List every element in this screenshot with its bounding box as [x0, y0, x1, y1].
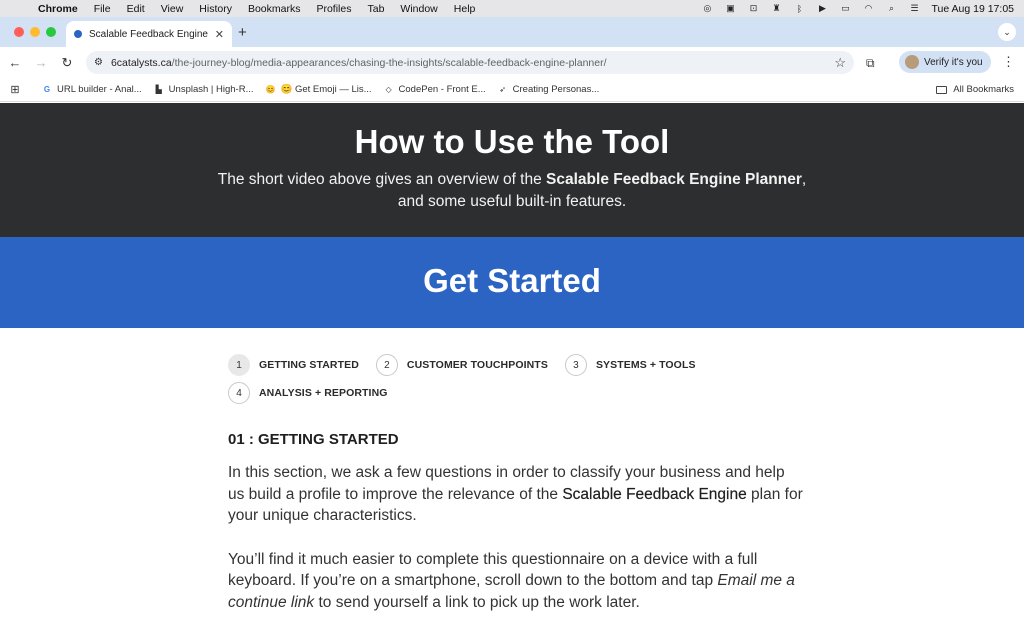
menubar-clock[interactable]: Tue Aug 19 17:05 [931, 3, 1014, 15]
new-tab-button[interactable]: + [238, 24, 247, 41]
bookmark-label: 😊 Get Emoji — Lis... [280, 84, 372, 95]
active-tab[interactable]: Scalable Feedback Engine Pla ✕ [66, 21, 232, 47]
hero-text: The short video above gives an overview … [217, 171, 547, 188]
bookmark-url-builder[interactable]: G URL builder - Anal... [42, 84, 142, 95]
google-icon: G [43, 85, 51, 94]
verify-label: Verify it's you [924, 56, 983, 68]
window-minimize-button[interactable] [30, 27, 40, 37]
macos-menu-bar: Chrome File Edit View History Bookmarks … [0, 0, 1024, 17]
step-number: 4 [228, 382, 250, 404]
intro-paragraph: In this section, we ask a few questions … [228, 462, 803, 527]
codepen-icon: ◇ [385, 85, 392, 94]
menu-tab[interactable]: Tab [359, 3, 392, 15]
step-number: 1 [228, 354, 250, 376]
spotlight-icon[interactable]: ⌕ [885, 3, 897, 14]
menu-view[interactable]: View [153, 3, 192, 15]
step-label: SYSTEMS + TOOLS [595, 359, 696, 371]
step-navigation: 1 GETTING STARTED 2 CUSTOMER TOUCHPOINTS… [228, 354, 803, 404]
reload-icon[interactable]: ↻ [56, 55, 78, 71]
tab-close-icon[interactable]: ✕ [215, 28, 224, 41]
bookmark-star-icon[interactable]: ☆ [834, 55, 846, 71]
folder-icon [936, 85, 948, 94]
paragraph-text: You’ll find it much easier to complete t… [228, 550, 758, 590]
url-domain: 6catalysts.ca [110, 56, 172, 69]
unsplash-icon: ▙ [155, 85, 162, 94]
menu-help[interactable]: Help [446, 3, 484, 15]
get-started-banner: Get Started [0, 237, 1024, 328]
forward-arrow-icon[interactable]: → [30, 55, 52, 70]
camera-icon[interactable]: ⊡ [747, 3, 759, 14]
main-content: 1 GETTING STARTED 2 CUSTOMER TOUCHPOINTS… [228, 328, 803, 613]
all-bookmarks-label: All Bookmarks [953, 84, 1014, 95]
emoji-icon: 😊 [265, 85, 276, 94]
bookmark-label: Creating Personas... [512, 84, 600, 95]
step-analysis-reporting[interactable]: 4 ANALYSIS + REPORTING [228, 382, 388, 404]
bookmark-label: CodePen - Front E... [398, 84, 486, 95]
profile-avatar [905, 55, 919, 69]
apps-grid-icon[interactable]: ⊞ [0, 83, 30, 96]
menu-edit[interactable]: Edit [119, 3, 153, 15]
personas-icon: ➶ [499, 85, 506, 94]
verify-profile-button[interactable]: Verify it's you [899, 51, 991, 73]
tab-favicon-icon [74, 30, 82, 38]
hero-product-name: Scalable Feedback Engine Planner [546, 171, 802, 188]
control-center-icon[interactable]: ☰ [908, 3, 920, 14]
hero-text: and some useful built-in features. [397, 193, 627, 210]
step-systems-tools[interactable]: 3 SYSTEMS + TOOLS [564, 354, 696, 376]
url-path: /the-journey-blog/media-appearances/chas… [171, 56, 607, 69]
menubar-status-area: ◎ ▣ ⊡ ♜ ᛒ ▶ ▭ ◠ ⌕ ☰ Tue Aug 19 17:05 [701, 3, 1024, 15]
bookmark-get-emoji[interactable]: 😊 😊 Get Emoji — Lis... [266, 84, 372, 95]
step-customer-touchpoints[interactable]: 2 CUSTOMER TOUCHPOINTS [375, 354, 548, 376]
menu-profiles[interactable]: Profiles [308, 3, 359, 15]
flashlight-icon[interactable]: ♜ [770, 3, 782, 14]
menu-app-name[interactable]: Chrome [30, 3, 86, 15]
banner-title: Get Started [423, 262, 601, 299]
step-getting-started[interactable]: 1 GETTING STARTED [228, 354, 359, 376]
hero-title: How to Use the Tool [354, 123, 670, 160]
bookmark-label: Unsplash | High-R... [168, 84, 254, 95]
paragraph-text: to send yourself a link to pick up the w… [314, 593, 640, 611]
address-bar[interactable]: ⚙ 6catalysts.ca/the-journey-blog/media-a… [86, 51, 854, 74]
bluetooth-icon[interactable]: ᛒ [793, 3, 805, 14]
wifi-icon[interactable]: ◠ [862, 3, 874, 14]
bookmark-label: URL builder - Anal... [57, 84, 142, 95]
window-close-button[interactable] [14, 27, 24, 37]
menu-window[interactable]: Window [392, 3, 445, 15]
hero-text: , [801, 171, 807, 188]
step-label: ANALYSIS + REPORTING [259, 387, 388, 399]
step-label: GETTING STARTED [259, 359, 359, 371]
hero-description: The short video above gives an overview … [0, 169, 1024, 213]
back-arrow-icon[interactable]: ← [4, 55, 26, 70]
chrome-menu-icon[interactable]: ⋮ [1002, 54, 1015, 70]
battery-icon[interactable]: ▭ [839, 3, 851, 14]
step-number: 2 [375, 354, 398, 376]
menu-bookmarks[interactable]: Bookmarks [240, 3, 309, 15]
tab-title: Scalable Feedback Engine Pla [89, 28, 209, 40]
focus-icon[interactable]: ◎ [701, 3, 713, 14]
play-icon[interactable]: ▶ [816, 3, 828, 14]
browser-tab-strip: Scalable Feedback Engine Pla ✕ + ⌄ [0, 17, 1024, 47]
step-number: 3 [564, 354, 587, 376]
tab-search-chevron-icon[interactable]: ⌄ [998, 23, 1016, 41]
bookmark-unsplash[interactable]: ▙ Unsplash | High-R... [154, 84, 254, 95]
browser-toolbar: ← → ↻ ⚙ 6catalysts.ca/the-journey-blog/m… [0, 47, 1024, 78]
how-to-use-section: How to Use the Tool The short video abov… [0, 103, 1024, 237]
menu-history[interactable]: History [191, 3, 240, 15]
bookmark-codepen[interactable]: ◇ CodePen - Front E... [384, 84, 486, 95]
product-name: Scalable Feedback Engine [562, 485, 747, 503]
device-tip-paragraph: You’ll find it much easier to complete t… [228, 549, 803, 614]
screen-share-icon[interactable]: ▣ [724, 3, 736, 14]
section-heading: 01 : GETTING STARTED [228, 431, 399, 448]
bookmark-creating-personas[interactable]: ➶ Creating Personas... [498, 84, 600, 95]
menu-file[interactable]: File [86, 3, 119, 15]
extensions-puzzle-icon[interactable]: ⧉ [866, 56, 875, 71]
step-label: CUSTOMER TOUCHPOINTS [406, 359, 548, 371]
site-info-icon[interactable]: ⚙ [94, 57, 103, 68]
all-bookmarks-button[interactable]: All Bookmarks [936, 84, 1024, 95]
bookmarks-bar: ⊞ G URL builder - Anal... ▙ Unsplash | H… [0, 78, 1024, 102]
window-zoom-button[interactable] [46, 27, 56, 37]
